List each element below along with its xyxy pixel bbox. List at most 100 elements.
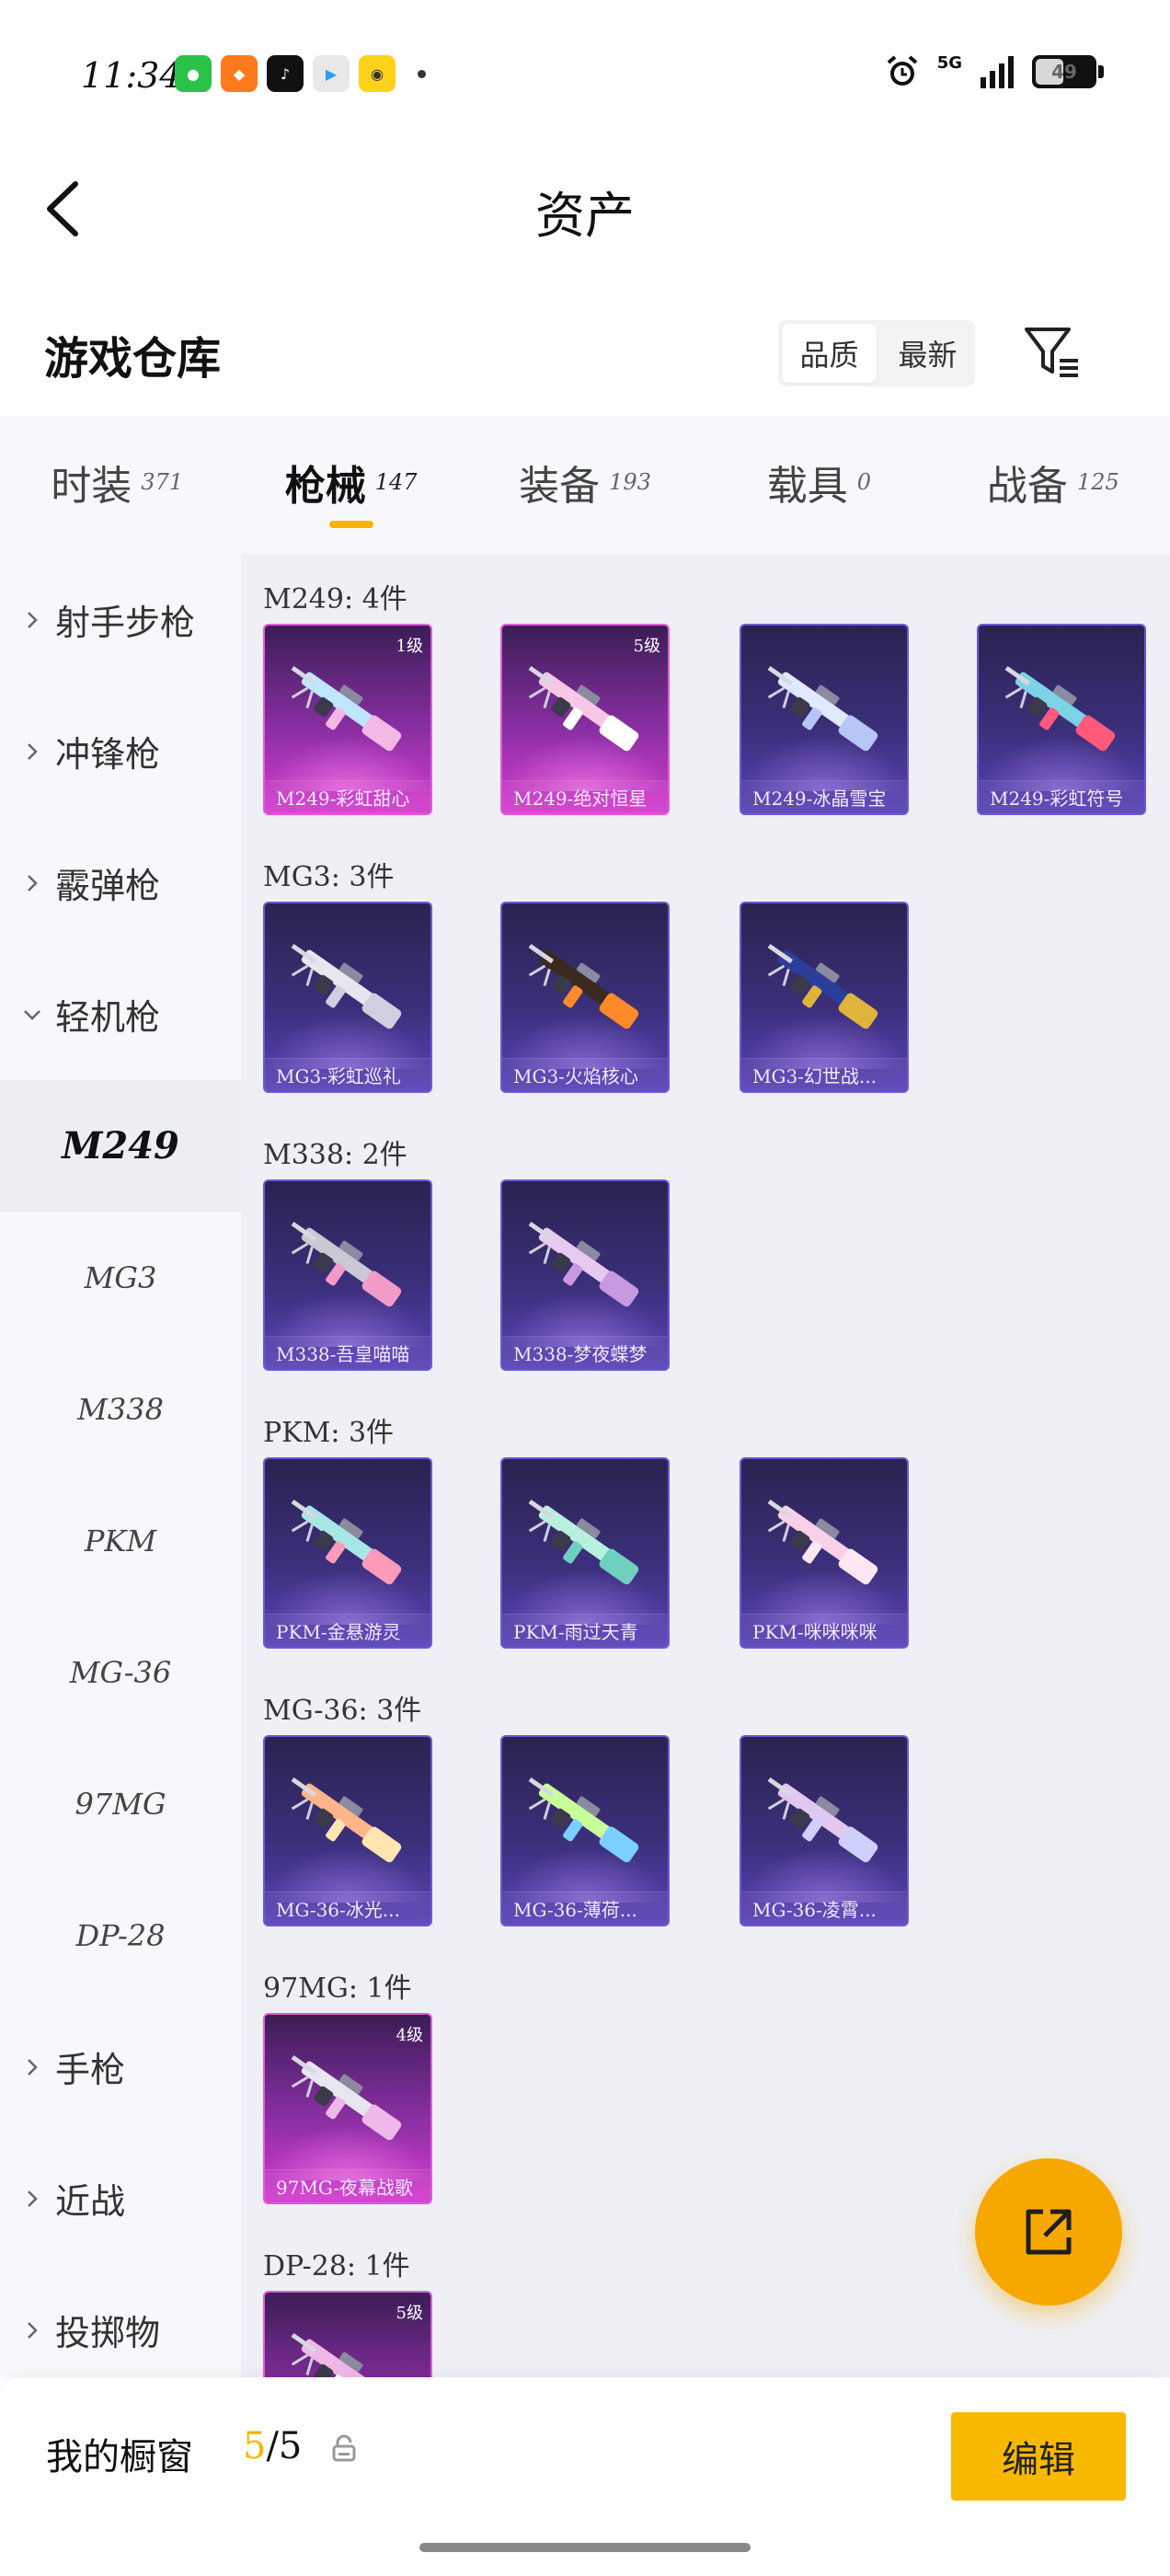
tab-vehicles[interactable]: 载具 0 bbox=[702, 416, 935, 554]
machine-gun-icon bbox=[291, 1221, 402, 1307]
machine-gun-icon bbox=[291, 2054, 402, 2141]
network-label: 5G bbox=[936, 52, 962, 73]
weapon-skin-card[interactable]: PKM-金悬游灵 bbox=[263, 1457, 432, 1649]
tab-supplies[interactable]: 战备 125 bbox=[936, 416, 1170, 554]
sidebar-item-label: 投掷物 bbox=[55, 2313, 161, 2353]
machine-gun-icon bbox=[291, 943, 402, 1029]
weapon-sidebar: 射手步枪 冲锋枪 霰弹枪 轻机枪 M249 MG3 M338 PKM MG-36… bbox=[0, 554, 241, 2377]
machine-gun-icon bbox=[528, 1499, 639, 1585]
weapon-skin-card[interactable]: MG-36-凌霄... bbox=[740, 1735, 909, 1926]
sidebar-subitem-dp28[interactable]: DP-28 bbox=[0, 1869, 241, 2001]
sidebar-subitem-pkm[interactable]: PKM bbox=[0, 1475, 241, 1606]
machine-gun-icon bbox=[528, 665, 639, 752]
weapon-skin-card[interactable]: M249-彩虹符号 bbox=[977, 624, 1146, 815]
sidebar-subitem-97mg[interactable]: 97MG bbox=[0, 1738, 241, 1869]
sidebar-subitem-label: PKM bbox=[84, 1523, 157, 1558]
sidebar-item-shotgun[interactable]: 霰弹枪 bbox=[0, 817, 241, 949]
weapon-skin-card[interactable]: MG3-幻世战... bbox=[740, 902, 909, 1093]
tab-count: 371 bbox=[141, 469, 184, 495]
tab-outfits[interactable]: 时装 371 bbox=[0, 416, 234, 554]
page-title: 资产 bbox=[535, 187, 635, 245]
sort-quality-button[interactable]: 品质 bbox=[782, 324, 877, 383]
showcase-count: 5/5 bbox=[243, 2425, 302, 2467]
sidebar-subitem-m249[interactable]: M249 bbox=[0, 1080, 241, 1212]
sidebar-subitem-mg36[interactable]: MG-36 bbox=[0, 1606, 241, 1738]
filter-icon[interactable] bbox=[1023, 324, 1082, 383]
tab-equipment[interactable]: 装备 193 bbox=[468, 416, 702, 554]
group-title: M249: 4件 bbox=[263, 583, 407, 615]
machine-gun-icon bbox=[528, 1221, 639, 1307]
card-level-badge: 1级 bbox=[396, 637, 423, 656]
tab-weapons[interactable]: 枪械 147 bbox=[234, 416, 467, 554]
tab-label: 枪械 bbox=[284, 463, 366, 510]
card-name: PKM-咪咪咪咪 bbox=[741, 1614, 907, 1647]
sort-newest-button[interactable]: 最新 bbox=[880, 320, 975, 386]
sidebar-item-label: 射手步枪 bbox=[55, 603, 196, 643]
chevron-right-icon bbox=[28, 2058, 38, 2076]
card-name: M249-绝对恒星 bbox=[502, 780, 668, 813]
video-app-icon: ▶ bbox=[313, 55, 350, 92]
group-title: M338: 2件 bbox=[263, 1139, 407, 1171]
alarm-icon bbox=[887, 55, 917, 86]
status-indicators: 5G 49 bbox=[884, 52, 1104, 90]
machine-gun-icon bbox=[528, 943, 639, 1029]
more-notifications-icon bbox=[418, 69, 426, 78]
sidebar-subitem-m338[interactable]: M338 bbox=[0, 1343, 241, 1475]
share-button[interactable] bbox=[975, 2158, 1122, 2306]
card-level-badge: 4级 bbox=[396, 2026, 423, 2045]
signal-icon bbox=[981, 56, 1014, 88]
weapon-skin-card[interactable]: 4级 97MG-夜幕战歌 bbox=[263, 2013, 432, 2204]
card-level-badge: 5级 bbox=[396, 2304, 423, 2323]
weapon-skin-card[interactable]: PKM-咪咪咪咪 bbox=[740, 1457, 909, 1649]
xianyu-icon: ◉ bbox=[359, 55, 396, 92]
weapon-skin-card[interactable]: MG3-火焰核心 bbox=[500, 902, 670, 1093]
machine-gun-icon bbox=[291, 2332, 398, 2377]
sidebar-item-lmg[interactable]: 轻机枪 bbox=[0, 949, 241, 1080]
sidebar-item-pistol[interactable]: 手枪 bbox=[0, 2001, 241, 2133]
chevron-right-icon bbox=[28, 2321, 38, 2339]
sidebar-item-smg[interactable]: 冲锋枪 bbox=[0, 685, 241, 817]
warehouse-row: 游戏仓库 品质 最新 bbox=[0, 304, 1170, 405]
tab-label: 时装 bbox=[51, 463, 132, 510]
taobao-flash-icon: ◆ bbox=[221, 55, 258, 92]
weapon-skin-card[interactable]: MG-36-冰光... bbox=[263, 1735, 432, 1926]
weapon-skin-card[interactable]: M338-吾皇喵喵 bbox=[263, 1179, 432, 1371]
sidebar-item-label: 冲锋枪 bbox=[55, 734, 161, 775]
weapon-skin-card[interactable]: 5级 bbox=[263, 2291, 432, 2377]
sidebar-subitem-label: 97MG bbox=[75, 1786, 166, 1822]
weapon-skin-grid: M249: 4件 1级 M249-彩虹甜心 5级 M249-绝对恒星 M249-冰晶雪宝 M… bbox=[241, 554, 1170, 2377]
sidebar-item-label: 轻机枪 bbox=[55, 997, 161, 1038]
card-name: M249-彩虹符号 bbox=[979, 780, 1144, 813]
card-name: M338-吾皇喵喵 bbox=[265, 1336, 430, 1369]
battery-icon: 49 bbox=[1032, 55, 1104, 88]
sidebar-item-melee[interactable]: 近战 bbox=[0, 2133, 241, 2264]
weapon-skin-card[interactable]: 1级 M249-彩虹甜心 bbox=[263, 624, 432, 815]
card-name: M249-彩虹甜心 bbox=[265, 780, 430, 813]
sidebar-item-throwable[interactable]: 投掷物 bbox=[0, 2264, 241, 2396]
share-icon bbox=[1026, 2209, 1072, 2255]
header: 资产 bbox=[0, 147, 1170, 267]
chevron-down-icon bbox=[24, 1009, 40, 1020]
bottom-bar: 我的橱窗 5/5 编辑 bbox=[0, 2377, 1170, 2576]
group-title: DP-28: 1件 bbox=[263, 2250, 410, 2283]
weapon-skin-card[interactable]: PKM-雨过天青 bbox=[500, 1457, 670, 1649]
weapon-skin-card[interactable]: MG3-彩虹巡礼 bbox=[263, 902, 432, 1093]
machine-gun-icon bbox=[528, 1777, 639, 1863]
card-name: MG3-幻世战... bbox=[741, 1058, 907, 1091]
weapon-skin-card[interactable]: MG-36-薄荷... bbox=[500, 1735, 670, 1926]
machine-gun-icon bbox=[291, 1777, 402, 1863]
sidebar-item-label: 手枪 bbox=[55, 2050, 126, 2090]
category-tabs: 时装 371 枪械 147 装备 193 载具 0 战备 125 bbox=[0, 416, 1170, 554]
weapon-skin-card[interactable]: M338-梦夜蝶梦 bbox=[500, 1179, 670, 1371]
sidebar-item-marksman-rifle[interactable]: 射手步枪 bbox=[0, 554, 241, 685]
edit-button[interactable]: 编辑 bbox=[951, 2412, 1126, 2501]
tiktok-icon: ♪ bbox=[267, 55, 304, 92]
machine-gun-icon bbox=[767, 1777, 878, 1863]
weapon-skin-card[interactable]: 5级 M249-绝对恒星 bbox=[500, 624, 670, 815]
sidebar-subitem-mg3[interactable]: MG3 bbox=[0, 1212, 241, 1343]
showcase-count-total: /5 bbox=[266, 2425, 303, 2467]
tab-label: 装备 bbox=[519, 463, 601, 510]
sort-toggle: 品质 最新 bbox=[778, 320, 975, 386]
weapon-skin-card[interactable]: M249-冰晶雪宝 bbox=[740, 624, 909, 815]
tab-active-indicator bbox=[328, 521, 373, 528]
